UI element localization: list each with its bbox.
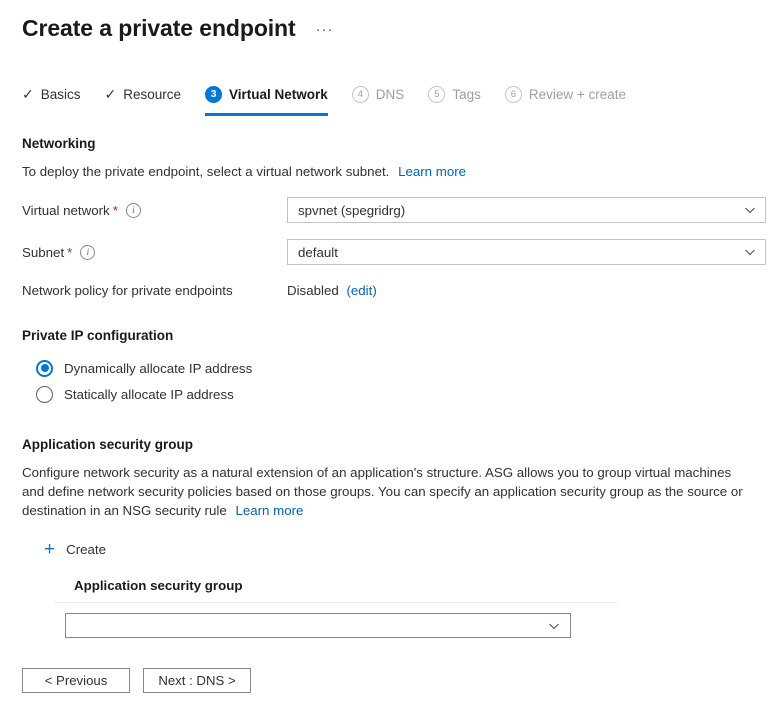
network-policy-label: Network policy for private endpoints [22,283,287,298]
page-title: Create a private endpoint [22,15,296,42]
subnet-select[interactable]: default [287,239,766,265]
tab-tags[interactable]: 5 Tags [428,80,481,114]
tab-tags-label: Tags [452,87,481,102]
step-number-badge: 5 [428,86,445,103]
radio-dynamic-ip-label: Dynamically allocate IP address [64,361,252,376]
networking-learn-more-link[interactable]: Learn more [398,164,466,179]
info-icon[interactable]: i [80,245,95,260]
tab-virtual-network[interactable]: 3 Virtual Network [205,80,328,114]
wizard-tabs: ✓ Basics ✓ Resource 3 Virtual Network 4 … [0,84,783,114]
page-header: Create a private endpoint ··· [0,0,783,48]
step-number-badge: 6 [505,86,522,103]
asg-description: Configure network security as a natural … [22,463,752,520]
network-policy-value-group: Disabled (edit) [287,283,377,298]
radio-dynamic-ip[interactable]: Dynamically allocate IP address [36,355,783,381]
subnet-label-text: Subnet [22,245,64,260]
next-dns-button[interactable]: Next : DNS > [143,668,251,693]
subnet-row: Subnet * i default [22,239,783,265]
tab-basics-label: Basics [41,87,81,102]
radio-static-ip-label: Statically allocate IP address [64,387,234,402]
check-icon: ✓ [22,87,34,101]
networking-heading: Networking [22,136,783,151]
tab-resource[interactable]: ✓ Resource [105,80,182,114]
asg-heading: Application security group [22,437,783,452]
network-policy-edit-link[interactable]: (edit) [346,283,376,298]
asg-column-header: Application security group [54,578,783,602]
network-policy-value: Disabled [287,283,339,298]
virtual-network-value: spvnet (spegridrg) [298,203,405,218]
create-asg-button[interactable]: + Create [44,540,106,559]
subnet-value: default [298,245,338,260]
create-asg-label: Create [66,542,106,557]
radio-static-ip[interactable]: Statically allocate IP address [36,381,783,407]
main-content: Networking To deploy the private endpoin… [0,136,783,638]
previous-button[interactable]: < Previous [22,668,130,693]
asg-table: Application security group [54,578,783,638]
tab-resource-label: Resource [123,87,181,102]
virtual-network-label-text: Virtual network [22,203,110,218]
chevron-down-icon [744,246,756,258]
tab-dns-label: DNS [376,87,405,102]
step-number-badge: 4 [352,86,369,103]
virtual-network-row: Virtual network * i spvnet (spegridrg) [22,197,783,223]
subnet-label: Subnet * i [22,245,287,260]
tab-virtual-network-label: Virtual Network [229,87,328,102]
virtual-network-select[interactable]: spvnet (spegridrg) [287,197,766,223]
tab-review-create-label: Review + create [529,87,626,102]
chevron-down-icon [744,204,756,216]
radio-unselected-icon [36,386,53,403]
asg-description-text: Configure network security as a natural … [22,465,743,518]
asg-select[interactable] [65,613,571,638]
required-asterisk: * [113,203,118,218]
asg-learn-more-link[interactable]: Learn more [235,503,303,518]
chevron-down-icon [548,620,560,632]
check-icon: ✓ [105,87,117,101]
virtual-network-label: Virtual network * i [22,203,287,218]
network-policy-row: Network policy for private endpoints Dis… [22,283,783,298]
tab-dns[interactable]: 4 DNS [352,80,405,114]
radio-selected-icon [36,360,53,377]
tab-basics[interactable]: ✓ Basics [22,80,81,114]
wizard-footer: < Previous Next : DNS > [22,668,264,693]
required-asterisk: * [67,245,72,260]
asg-table-row [54,603,783,638]
tab-review-create[interactable]: 6 Review + create [505,80,626,114]
networking-description: To deploy the private endpoint, select a… [22,162,752,181]
info-icon[interactable]: i [126,203,141,218]
private-ip-radio-group: Dynamically allocate IP address Statical… [22,355,783,407]
active-tab-underline [205,113,328,116]
plus-icon: + [44,540,55,559]
more-menu-icon[interactable]: ··· [312,23,338,37]
private-ip-heading: Private IP configuration [22,328,783,343]
step-number-badge: 3 [205,86,222,103]
networking-description-text: To deploy the private endpoint, select a… [22,164,389,179]
